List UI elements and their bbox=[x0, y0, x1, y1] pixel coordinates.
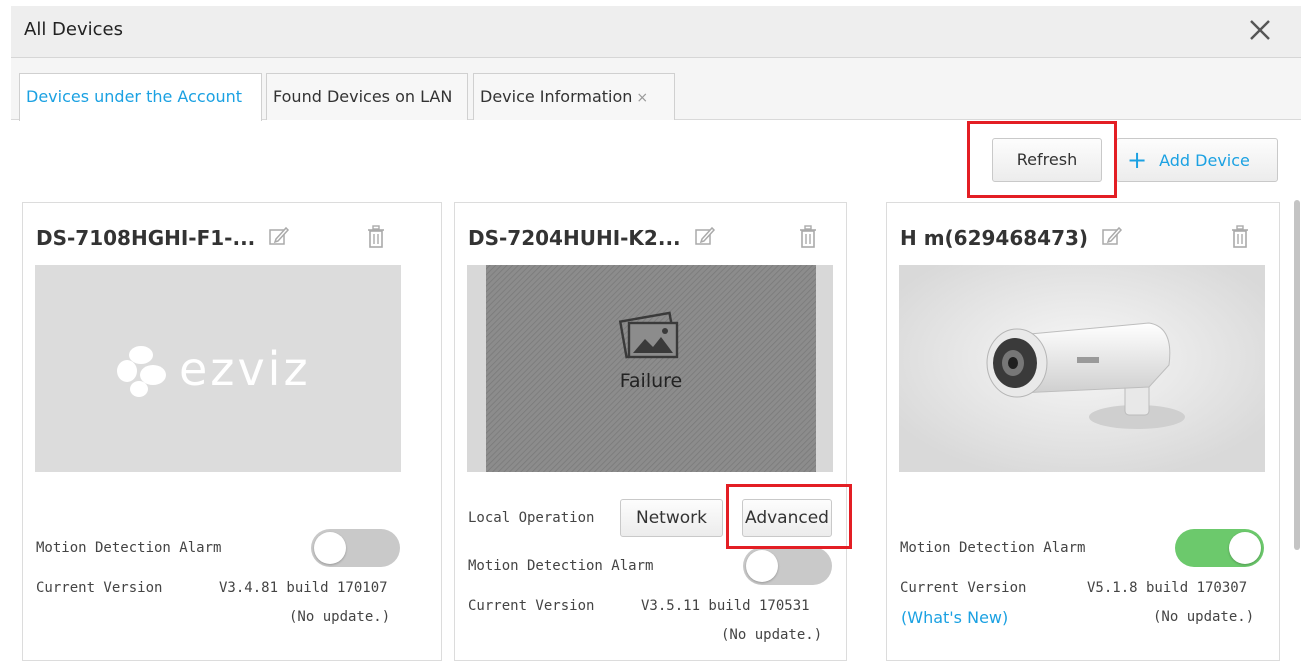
motion-toggle[interactable] bbox=[311, 529, 400, 567]
ezviz-logo-icon: ezviz bbox=[117, 342, 311, 397]
advanced-label: Advanced bbox=[745, 508, 829, 528]
edit-icon[interactable] bbox=[694, 225, 716, 247]
whats-new-link[interactable]: (What's New) bbox=[901, 608, 1008, 627]
close-icon[interactable] bbox=[1245, 15, 1275, 45]
failure-text: Failure bbox=[620, 370, 683, 392]
device-card: DS-7108HGHI-F1-... ezviz Motion Detectio… bbox=[22, 202, 442, 661]
add-device-button[interactable]: + Add Device bbox=[1116, 138, 1278, 182]
tab-label: Found Devices on LAN bbox=[273, 87, 453, 106]
update-status: (No update.) bbox=[1153, 609, 1255, 625]
version-value: V3.5.11 build 170531 bbox=[641, 598, 810, 614]
motion-toggle[interactable] bbox=[1175, 529, 1264, 567]
advanced-button[interactable]: Advanced bbox=[742, 499, 832, 537]
version-label: Current Version bbox=[36, 580, 163, 596]
refresh-label: Refresh bbox=[1016, 150, 1078, 169]
tab-device-information[interactable]: Device Information × bbox=[473, 73, 675, 120]
logo-text: ezviz bbox=[179, 342, 311, 396]
update-status: (No update.) bbox=[721, 627, 823, 643]
edit-icon[interactable] bbox=[268, 225, 290, 247]
device-thumbnail[interactable] bbox=[899, 265, 1265, 472]
device-name-text: DS-7204HUHI-K2... bbox=[468, 226, 681, 250]
device-card: DS-7204HUHI-K2... Failure Local Operatio… bbox=[454, 202, 847, 661]
window-titlebar: All Devices bbox=[11, 6, 1301, 58]
update-status: (No update.) bbox=[289, 609, 391, 625]
version-value: V5.1.8 build 170307 bbox=[1087, 580, 1248, 596]
motion-toggle[interactable] bbox=[743, 547, 832, 585]
toggle-knob bbox=[746, 550, 778, 582]
window-title: All Devices bbox=[24, 19, 123, 40]
network-button[interactable]: Network bbox=[620, 499, 723, 537]
local-operation-label: Local Operation bbox=[468, 510, 595, 526]
motion-label: Motion Detection Alarm bbox=[900, 540, 1086, 556]
tab-close-icon[interactable]: × bbox=[636, 90, 648, 106]
plus-icon: + bbox=[1127, 146, 1148, 174]
device-name: DS-7108HGHI-F1-... bbox=[36, 225, 290, 250]
toggle-knob bbox=[1229, 532, 1261, 564]
toggle-knob bbox=[314, 532, 346, 564]
tab-strip: Devices under the Account Found Devices … bbox=[11, 58, 1301, 121]
failure-image-icon: Failure bbox=[486, 265, 816, 472]
camera-image-icon bbox=[899, 265, 1265, 472]
device-name: H m(629468473) bbox=[900, 225, 1123, 250]
tab-devices-under-account[interactable]: Devices under the Account bbox=[19, 73, 262, 121]
motion-label: Motion Detection Alarm bbox=[468, 558, 654, 574]
network-label: Network bbox=[636, 508, 707, 528]
refresh-button[interactable]: Refresh bbox=[992, 138, 1102, 182]
add-device-label: Add Device bbox=[1159, 151, 1250, 170]
device-thumbnail[interactable]: ezviz bbox=[35, 265, 401, 472]
device-thumbnail[interactable]: Failure bbox=[467, 265, 833, 472]
tab-label: Device Information bbox=[480, 87, 633, 106]
motion-label: Motion Detection Alarm bbox=[36, 540, 222, 556]
edit-icon[interactable] bbox=[1101, 225, 1123, 247]
device-name: DS-7204HUHI-K2... bbox=[468, 225, 716, 250]
tab-found-devices-lan[interactable]: Found Devices on LAN bbox=[266, 73, 468, 120]
device-name-text: DS-7108HGHI-F1-... bbox=[36, 226, 256, 250]
version-label: Current Version bbox=[900, 580, 1027, 596]
device-name-text: H m(629468473) bbox=[900, 226, 1089, 250]
version-label: Current Version bbox=[468, 598, 595, 614]
version-value: V3.4.81 build 170107 bbox=[219, 580, 388, 596]
tab-label: Devices under the Account bbox=[26, 87, 243, 106]
scrollbar[interactable] bbox=[1294, 200, 1300, 550]
trash-icon[interactable] bbox=[798, 225, 818, 249]
trash-icon[interactable] bbox=[366, 225, 386, 249]
trash-icon[interactable] bbox=[1230, 225, 1250, 249]
device-card: H m(629468473) Motion Detection Alarm Cu… bbox=[886, 202, 1280, 661]
